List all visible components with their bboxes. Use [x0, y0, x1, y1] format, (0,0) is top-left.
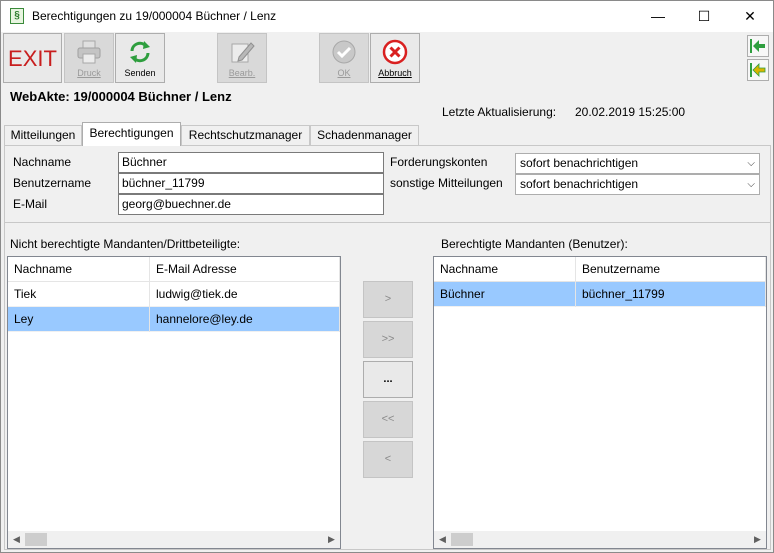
table-row[interactable]: Tiek ludwig@tiek.de — [8, 282, 340, 307]
cell-nachname: Tiek — [8, 282, 150, 307]
forderungskonten-label: Forderungskonten — [390, 155, 488, 169]
grid-header: Nachname E-Mail Adresse — [8, 257, 340, 282]
divider — [4, 222, 771, 223]
email-field[interactable]: georg@buechner.de — [118, 194, 384, 215]
maximize-button[interactable]: ☐ — [681, 1, 727, 32]
tab-rechtschutzmanager[interactable]: Rechtschutzmanager — [181, 125, 310, 145]
benutzername-field[interactable]: büchner_11799 — [118, 173, 384, 194]
print-button[interactable]: Druck — [64, 33, 114, 83]
scroll-left-icon[interactable]: ◀ — [434, 531, 451, 548]
minimize-button[interactable]: — — [635, 1, 681, 32]
nachname-label: Nachname — [13, 155, 72, 169]
exit-button[interactable]: EXIT — [3, 33, 62, 83]
cancel-label: Abbruch — [378, 68, 412, 78]
grid-header: Nachname Benutzername — [434, 257, 766, 282]
scroll-left-icon[interactable]: ◀ — [8, 531, 25, 548]
column-header-email[interactable]: E-Mail Adresse — [150, 257, 340, 282]
close-button[interactable]: ✕ — [727, 1, 773, 32]
print-label: Druck — [77, 68, 101, 78]
scroll-right-icon[interactable]: ▶ — [749, 531, 766, 548]
add-all-button[interactable]: >> — [363, 321, 413, 358]
tab-schadenmanager[interactable]: Schadenmanager — [310, 125, 419, 145]
send-button[interactable]: Senden — [115, 33, 165, 83]
exit-label: EXIT — [8, 46, 57, 71]
horizontal-scrollbar[interactable]: ◀ ▶ — [8, 531, 340, 548]
remove-button[interactable]: < — [363, 441, 413, 478]
tab-berechtigungen[interactable]: Berechtigungen — [82, 122, 181, 146]
scroll-right-icon[interactable]: ▶ — [323, 531, 340, 548]
arrow-left-icon — [750, 39, 765, 53]
add-button[interactable]: > — [363, 281, 413, 318]
cell-nachname: Büchner — [434, 282, 576, 307]
refresh-icon — [130, 41, 150, 63]
last-update-value: 20.02.2019 15:25:00 — [575, 105, 686, 119]
edit-label: Bearb. — [228, 68, 256, 78]
column-header-nachname[interactable]: Nachname — [434, 257, 576, 282]
sonstige-mitteilungen-label: sonstige Mitteilungen — [390, 176, 503, 190]
checkmark-icon — [332, 40, 356, 64]
forderungskonten-select[interactable]: sofort benachrichtigen ⌵ — [515, 153, 760, 174]
scroll-thumb[interactable] — [25, 533, 47, 546]
pencil-icon — [231, 42, 255, 63]
cancel-button[interactable]: Abbruch — [370, 33, 420, 83]
table-row-selected[interactable]: Büchner büchner_11799 — [434, 282, 766, 307]
title-bar: § Berechtigungen zu 19/000004 Büchner / … — [1, 1, 773, 32]
remove-all-button[interactable]: << — [363, 401, 413, 438]
last-update-label: Letzte Aktualisierung: — [442, 105, 557, 119]
cell-nachname: Ley — [8, 307, 150, 332]
nav-back-button[interactable] — [747, 35, 769, 57]
sonstige-mitteilungen-value: sofort benachrichtigen — [520, 177, 639, 191]
more-button[interactable]: ... — [363, 361, 413, 398]
toolbar: EXIT Druck Senden Bearb. OK Abbruch — [1, 32, 773, 84]
edit-button[interactable]: Bearb. — [217, 33, 267, 83]
authorized-grid[interactable]: Nachname Benutzername Büchner büchner_11… — [433, 256, 767, 549]
ok-label: OK — [337, 68, 351, 78]
tab-mitteilungen[interactable]: Mitteilungen — [4, 125, 82, 145]
app-icon: § — [10, 8, 24, 24]
cell-email: ludwig@tiek.de — [150, 282, 340, 307]
forderungskonten-value: sofort benachrichtigen — [520, 156, 639, 170]
send-label: Senden — [124, 68, 156, 78]
authorized-title: Berechtigte Mandanten (Benutzer): — [441, 237, 628, 251]
cell-email: hannelore@ley.de — [150, 307, 340, 332]
column-header-benutzername[interactable]: Benutzername — [576, 257, 766, 282]
sonstige-mitteilungen-select[interactable]: sofort benachrichtigen ⌵ — [515, 174, 760, 195]
nav-back-alt-button[interactable] — [747, 59, 769, 81]
webakte-heading: WebAkte: 19/000004 Büchner / Lenz — [10, 89, 232, 104]
cell-benutzername: büchner_11799 — [576, 282, 766, 307]
scroll-thumb[interactable] — [451, 533, 473, 546]
chevron-down-icon: ⌵ — [747, 179, 755, 190]
printer-icon — [77, 40, 101, 64]
chevron-down-icon: ⌵ — [747, 158, 755, 169]
window-title: Berechtigungen zu 19/000004 Büchner / Le… — [32, 9, 277, 23]
not-authorized-title: Nicht berechtigte Mandanten/Drittbeteili… — [10, 237, 241, 251]
email-label: E-Mail — [13, 197, 48, 211]
not-authorized-grid[interactable]: Nachname E-Mail Adresse Tiek ludwig@tiek… — [7, 256, 341, 549]
column-header-nachname[interactable]: Nachname — [8, 257, 150, 282]
arrow-left-yellow-icon — [750, 63, 766, 77]
dialog-window: § Berechtigungen zu 19/000004 Büchner / … — [0, 0, 774, 553]
table-row-selected[interactable]: Ley hannelore@ley.de — [8, 307, 340, 332]
cancel-icon — [382, 39, 408, 65]
nachname-field[interactable]: Büchner — [118, 152, 384, 173]
benutzername-label: Benutzername — [13, 176, 92, 190]
ok-button[interactable]: OK — [319, 33, 369, 83]
horizontal-scrollbar[interactable]: ◀ ▶ — [434, 531, 766, 548]
